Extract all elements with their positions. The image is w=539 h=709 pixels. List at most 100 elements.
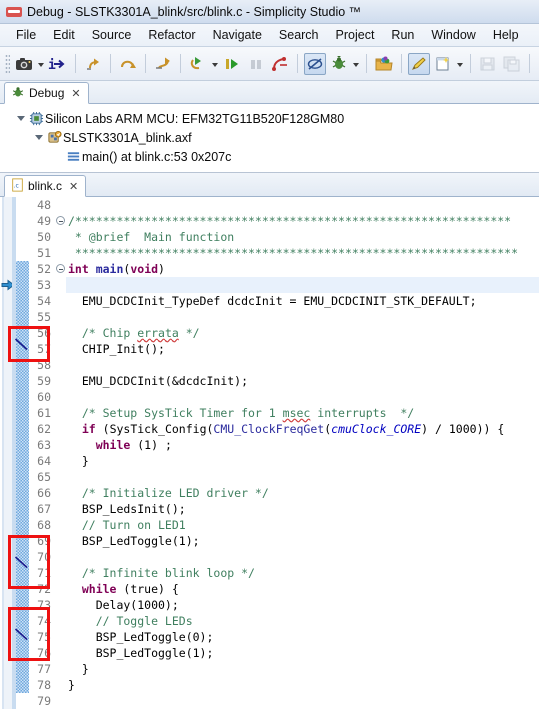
code-folding-ruler[interactable] <box>55 197 66 709</box>
line-number: 76 <box>37 646 51 660</box>
code-line[interactable]: // Toggle LEDs <box>68 613 539 629</box>
code-line[interactable]: } <box>68 661 539 677</box>
toolbar-separator-4 <box>180 54 181 73</box>
save-icon[interactable] <box>477 53 499 75</box>
step-over-icon[interactable] <box>117 53 139 75</box>
code-line[interactable]: if (SysTick_Config(CMU_ClockFreqGet(cmuC… <box>68 421 539 437</box>
code-line[interactable]: BSP_LedToggle(1); <box>68 533 539 549</box>
menu-window[interactable]: Window <box>423 26 483 44</box>
menu-run[interactable]: Run <box>383 26 422 44</box>
line-number: 61 <box>37 406 51 420</box>
tree-row-mcu[interactable]: Silicon Labs ARM MCU: EFM32TG11B520F128G… <box>0 109 539 128</box>
code-line[interactable]: /* Chip errata */ <box>68 325 539 341</box>
stack-frame-icon <box>64 149 82 164</box>
bug-dropdown-arrow-icon[interactable] <box>351 53 361 75</box>
debug-range-band <box>16 261 29 693</box>
menu-edit[interactable]: Edit <box>45 26 83 44</box>
code-line[interactable]: } <box>68 453 539 469</box>
bug-debug-perspective-icon[interactable] <box>328 53 350 75</box>
toolbar-separator-8 <box>470 54 471 73</box>
fold-collapse-icon[interactable] <box>56 216 65 225</box>
code-line[interactable]: BSP_LedsInit(); <box>68 501 539 517</box>
tab-debug[interactable]: Debug ✕ <box>4 82 89 104</box>
menu-refactor[interactable]: Refactor <box>140 26 203 44</box>
code-line[interactable]: /* Setup SysTick Timer for 1 msec interr… <box>68 405 539 421</box>
code-line[interactable] <box>68 549 539 565</box>
no-perspective-icon[interactable] <box>304 52 326 75</box>
tab-blink-c-label: blink.c <box>28 179 63 193</box>
debug-range-edge <box>12 197 16 709</box>
disconnect-icon[interactable] <box>269 53 291 75</box>
code-line[interactable]: * @brief Main function <box>68 229 539 245</box>
tab-blink-c[interactable]: .c blink.c ✕ <box>4 175 87 197</box>
code-line[interactable]: BSP_LedToggle(1); <box>68 645 539 661</box>
code-line[interactable]: ****************************************… <box>68 245 539 261</box>
code-line[interactable]: /* Initialize LED driver */ <box>68 485 539 501</box>
editor-area: 48 49 50 51 52 53 54 55 56 57 58 59 60 61 62 63 64 65 66 67… <box>0 197 539 709</box>
code-line[interactable] <box>68 357 539 373</box>
code-token: (1) ; <box>130 438 172 452</box>
code-line[interactable] <box>68 197 539 213</box>
line-number: 69 <box>37 534 51 548</box>
menu-help[interactable]: Help <box>485 26 527 44</box>
tree-row-stackframe[interactable]: main() at blink.c:53 0x207c <box>0 147 539 166</box>
camera-snapshot-icon[interactable] <box>13 53 35 75</box>
new-file-icon[interactable] <box>432 53 454 75</box>
line-number: 79 <box>37 694 51 708</box>
code-line[interactable]: while (1) ; <box>68 437 539 453</box>
code-line[interactable]: EMU_DCDCInit(&dcdcInit); <box>68 373 539 389</box>
code-line[interactable]: Delay(1000); <box>68 597 539 613</box>
code-line[interactable]: /***************************************… <box>68 213 539 229</box>
code-line[interactable]: } <box>68 677 539 693</box>
window-titlebar: Debug - SLSTK3301A_blink/src/blink.c - S… <box>0 0 539 24</box>
current-line-highlight <box>66 277 539 293</box>
skip-all-breakpoints-icon[interactable]: i <box>47 53 69 75</box>
code-lines[interactable]: /***************************************… <box>66 197 539 709</box>
code-line[interactable]: BSP_LedToggle(0); <box>68 629 539 645</box>
code-token: )) { <box>476 422 505 436</box>
step-return-icon[interactable] <box>152 53 174 75</box>
resume-icon[interactable] <box>221 53 243 75</box>
tree-row-axf[interactable]: SLSTK3301A_blink.axf <box>0 128 539 147</box>
new-dropdown-arrow-icon[interactable] <box>455 53 465 75</box>
code-line[interactable] <box>68 693 539 709</box>
code-line[interactable]: EMU_DCDCInit_TypeDef dcdcInit = EMU_DCDC… <box>68 293 539 309</box>
code-line[interactable]: // Turn on LED1 <box>68 517 539 533</box>
menu-search[interactable]: Search <box>271 26 327 44</box>
line-number: 49 <box>37 214 51 228</box>
menu-project[interactable]: Project <box>328 26 383 44</box>
code-line[interactable]: /* Infinite blink loop */ <box>68 565 539 581</box>
code-line[interactable] <box>68 469 539 485</box>
menu-source[interactable]: Source <box>84 26 140 44</box>
code-token: int <box>68 262 96 276</box>
code-line[interactable] <box>68 309 539 325</box>
debug-icon[interactable] <box>187 53 209 75</box>
line-number: 51 <box>37 246 51 260</box>
open-folder-icon[interactable] <box>373 53 395 75</box>
menu-file[interactable]: File <box>8 26 44 44</box>
toolbar-grip[interactable] <box>5 53 10 74</box>
fold-collapse-icon[interactable] <box>56 264 65 273</box>
step-into-icon[interactable] <box>82 53 104 75</box>
code-line[interactable]: while (true) { <box>68 581 539 597</box>
code-token: (SysTick_Config( <box>95 422 214 436</box>
code-token: /* Setup SysTick Timer for 1 <box>68 406 283 420</box>
camera-dropdown-arrow-icon[interactable] <box>36 53 46 75</box>
tab-debug-close-icon[interactable]: ✕ <box>71 87 80 100</box>
save-all-icon[interactable] <box>501 53 523 75</box>
code-line[interactable]: CHIP_Init(); <box>68 341 539 357</box>
menu-navigate[interactable]: Navigate <box>205 26 270 44</box>
pencil-edit-icon[interactable] <box>408 52 430 75</box>
expand-arrow-icon[interactable] <box>14 112 27 125</box>
expand-arrow-icon[interactable] <box>32 131 45 144</box>
menubar: File Edit Source Refactor Navigate Searc… <box>0 24 539 47</box>
code-line[interactable]: int main(void) <box>68 261 539 277</box>
source-code-view[interactable]: 48 49 50 51 52 53 54 55 56 57 58 59 60 61 62 63 64 65 66 67… <box>0 197 539 709</box>
tab-blink-c-close-icon[interactable]: ✕ <box>69 180 78 193</box>
code-token: if <box>81 422 96 436</box>
suspend-icon[interactable] <box>245 53 267 75</box>
debug-dropdown-arrow-icon[interactable] <box>210 53 220 75</box>
code-line[interactable] <box>68 389 539 405</box>
code-token: (true) { <box>116 582 179 596</box>
